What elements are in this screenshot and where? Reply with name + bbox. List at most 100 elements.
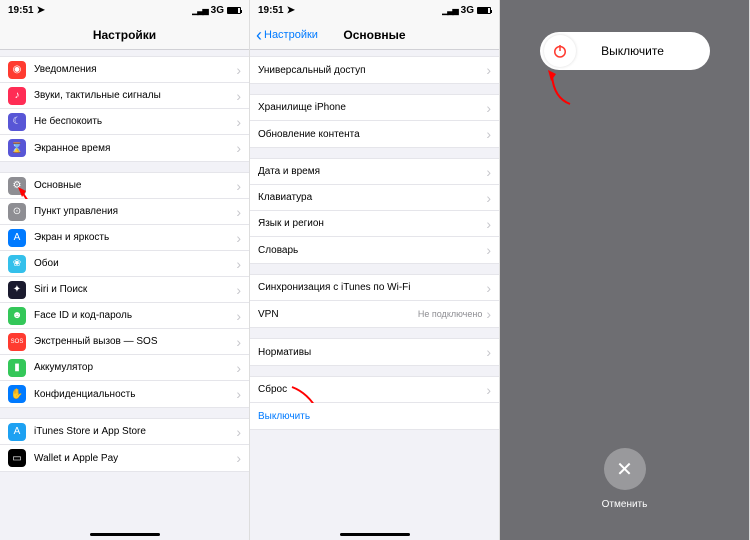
row-datetime[interactable]: Дата и время› (250, 159, 499, 185)
home-indicator[interactable] (90, 533, 160, 536)
power-knob[interactable] (544, 35, 576, 67)
row-label: Словарь (258, 245, 486, 256)
row-screentime[interactable]: ⌛Экранное время› (0, 135, 249, 161)
row-dnd[interactable]: ☾Не беспокоить› (0, 109, 249, 135)
row-label: Хранилище iPhone (258, 102, 486, 113)
row-siri[interactable]: ✦Siri и Поиск› (0, 277, 249, 303)
row-label: Клавиатура (258, 192, 486, 203)
row-label: Выключить (258, 411, 491, 422)
row-detail: Не подключено (418, 309, 482, 319)
row-battery[interactable]: ▮Аккумулятор› (0, 355, 249, 381)
row-general[interactable]: ⚙ Основные› (0, 173, 249, 199)
row-label: Face ID и код-пароль (34, 310, 236, 321)
chevron-right-icon: › (236, 450, 241, 466)
row-label: Экстренный вызов — SOS (34, 336, 236, 347)
row-dictionary[interactable]: Словарь› (250, 237, 499, 263)
nav-bar: Настройки (0, 20, 249, 50)
row-control-center[interactable]: ⊙Пункт управления› (0, 199, 249, 225)
chevron-right-icon: › (236, 424, 241, 440)
location-icon: ➤ (37, 5, 45, 16)
row-faceid[interactable]: ☻Face ID и код-пароль› (0, 303, 249, 329)
row-label: Экранное время (34, 143, 236, 154)
hand-icon: ✋ (8, 385, 26, 403)
settings-group-notifications: ◉Уведомления› ♪Звуки, тактильные сигналы… (0, 56, 249, 162)
nav-title: Настройки (93, 28, 156, 42)
row-label: Wallet и Apple Pay (34, 453, 236, 464)
row-sounds[interactable]: ♪Звуки, тактильные сигналы› (0, 83, 249, 109)
nav-title: Основные (343, 28, 405, 42)
row-label: Универсальный доступ (258, 65, 486, 76)
slide-to-power-off[interactable]: Выключите (540, 32, 710, 70)
location-icon: ➤ (287, 5, 295, 16)
gear-icon: ⚙ (8, 177, 26, 195)
network-label: 3G (461, 5, 474, 16)
nav-bar: Настройки Основные (250, 20, 499, 50)
row-regulatory[interactable]: Нормативы› (250, 339, 499, 365)
notifications-icon: ◉ (8, 61, 26, 79)
siri-icon: ✦ (8, 281, 26, 299)
row-label: Дата и время (258, 166, 486, 177)
row-notifications[interactable]: ◉ Уведомления› (0, 57, 249, 83)
row-privacy[interactable]: ✋Конфиденциальность› (0, 381, 249, 407)
appstore-icon: A (8, 423, 26, 441)
row-keyboard[interactable]: Клавиатура› (250, 185, 499, 211)
status-time: 19:51 (258, 5, 284, 16)
chevron-right-icon: › (236, 178, 241, 194)
cancel-label: Отменить (602, 499, 648, 510)
row-vpn[interactable]: VPNНе подключено› (250, 301, 499, 327)
row-shutdown[interactable]: Выключить (250, 403, 499, 429)
chevron-right-icon: › (236, 62, 241, 78)
chevron-right-icon: › (486, 280, 491, 296)
row-sos[interactable]: SOSЭкстренный вызов — SOS› (0, 329, 249, 355)
chevron-right-icon: › (486, 126, 491, 142)
general-group-regulatory: Нормативы› (250, 338, 499, 366)
row-language[interactable]: Язык и регион› (250, 211, 499, 237)
row-wallpaper[interactable]: ❀Обои› (0, 251, 249, 277)
row-wallet[interactable]: ▭ Wallet и Apple Pay› (0, 445, 249, 471)
nav-back-button[interactable]: Настройки (256, 28, 318, 42)
general-panel: 19:51 ➤ ▁▃▅ 3G Настройки Основные Универ… (250, 0, 500, 540)
row-label: Основные (34, 180, 236, 191)
status-bar: 19:51 ➤ ▁▃▅ 3G (0, 0, 249, 20)
row-label: Обои (34, 258, 236, 269)
row-itunes-wifi[interactable]: Синхронизация с iTunes по Wi-Fi› (250, 275, 499, 301)
settings-group-general: ⚙Основные› ⊙Пункт управления› AЭкран и я… (0, 172, 249, 408)
display-icon: A (8, 229, 26, 247)
row-label: Siri и Поиск (34, 284, 236, 295)
row-storage[interactable]: Хранилище iPhone› (250, 95, 499, 121)
close-icon: ✕ (616, 457, 633, 482)
sos-icon: SOS (8, 333, 26, 351)
signal-icon: ▁▃▅ (192, 6, 207, 15)
chevron-right-icon: › (486, 306, 491, 322)
chevron-right-icon: › (236, 230, 241, 246)
row-itunes[interactable]: AiTunes Store и App Store› (0, 419, 249, 445)
general-group-sync: Синхронизация с iTunes по Wi-Fi› VPNНе п… (250, 274, 499, 328)
hourglass-icon: ⌛ (8, 139, 26, 157)
sounds-icon: ♪ (8, 87, 26, 105)
power-icon (551, 42, 569, 60)
row-label: Сброс (258, 384, 486, 395)
row-label: Синхронизация с iTunes по Wi-Fi (258, 282, 486, 293)
battery-icon (227, 7, 241, 14)
cancel-button[interactable]: ✕ (604, 448, 646, 490)
chevron-right-icon: › (236, 88, 241, 104)
settings-root-panel: 19:51 ➤ ▁▃▅ 3G Настройки ◉Уведомления› ♪… (0, 0, 250, 540)
slide-label: Выключите (576, 44, 710, 58)
chevron-right-icon: › (236, 308, 241, 324)
general-group-accessibility: Универсальный доступ› (250, 56, 499, 84)
chevron-right-icon: › (236, 204, 241, 220)
row-reset[interactable]: Сброс› (250, 377, 499, 403)
row-label: Пункт управления (34, 206, 236, 217)
chevron-right-icon: › (486, 100, 491, 116)
chevron-right-icon: › (236, 256, 241, 272)
wallet-icon: ▭ (8, 449, 26, 467)
row-label: Экран и яркость (34, 232, 236, 243)
row-label: Уведомления (34, 64, 236, 75)
row-label: iTunes Store и App Store (34, 426, 236, 437)
general-group-storage: Хранилище iPhone› Обновление контента› (250, 94, 499, 148)
row-background-refresh[interactable]: Обновление контента› (250, 121, 499, 147)
row-display[interactable]: A Экран и яркость› (0, 225, 249, 251)
home-indicator[interactable] (340, 533, 410, 536)
row-label: Конфиденциальность (34, 389, 236, 400)
row-accessibility[interactable]: Универсальный доступ› (250, 57, 499, 83)
